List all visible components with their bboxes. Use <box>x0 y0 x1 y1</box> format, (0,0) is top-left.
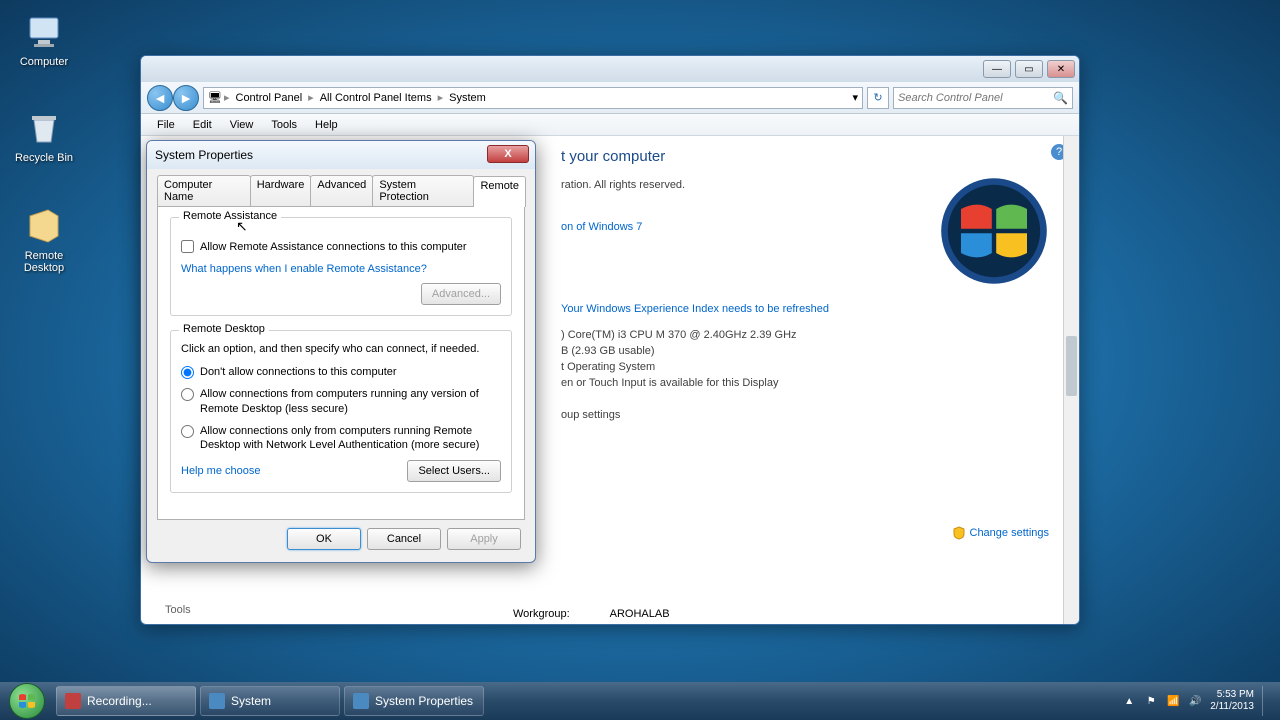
desktop-icon-recycle-bin[interactable]: Recycle Bin <box>8 108 80 164</box>
experience-index-link[interactable]: Your Windows Experience Index needs to b… <box>561 303 829 315</box>
info-cpu: ) Core(TM) i3 CPU M 370 @ 2.40GHz 2.39 G… <box>561 329 797 341</box>
maximize-button[interactable]: ▭ <box>1015 60 1043 78</box>
taskbar: Recording... System System Properties ▲ … <box>0 682 1280 720</box>
scrollbar-vertical[interactable] <box>1063 136 1079 624</box>
help-me-choose-link[interactable]: Help me choose <box>181 465 261 477</box>
explorer-titlebar: — ▭ ✕ <box>141 56 1079 82</box>
minimize-button[interactable]: — <box>983 60 1011 78</box>
dialog-button-row: OK Cancel Apply <box>157 520 525 552</box>
taskbar-task-recording[interactable]: Recording... <box>56 686 196 716</box>
info-ram: B (2.93 GB usable) <box>561 345 655 357</box>
change-settings-link[interactable]: Change settings <box>952 526 1050 540</box>
task-icon <box>353 693 369 709</box>
windows-logo <box>939 176 1049 286</box>
desktop-icon-label: Computer <box>8 56 80 68</box>
dropdown-icon[interactable]: ▾ <box>852 91 858 104</box>
workgroup-label: Workgroup: <box>513 608 570 620</box>
tab-hardware[interactable]: Hardware <box>250 175 312 206</box>
nav-back-button[interactable]: ◄ <box>147 85 173 111</box>
taskbar-task-system[interactable]: System <box>200 686 340 716</box>
desktop-icon-label: Remote Desktop <box>8 250 80 274</box>
info-rights: ration. All rights reserved. <box>561 179 685 191</box>
menu-file[interactable]: File <box>149 117 183 133</box>
breadcrumb-item[interactable]: System <box>445 92 490 104</box>
info-os: t Operating System <box>561 361 655 373</box>
close-button[interactable]: ✕ <box>1047 60 1075 78</box>
remote-desktop-group: Remote Desktop Click an option, and then… <box>170 330 512 493</box>
menu-tools[interactable]: Tools <box>263 117 305 133</box>
menu-bar: File Edit View Tools Help <box>141 114 1079 136</box>
cancel-button[interactable]: Cancel <box>367 528 441 550</box>
rd-option-nla[interactable] <box>181 425 194 438</box>
tab-system-protection[interactable]: System Protection <box>372 175 474 206</box>
computer-icon: 🖥 <box>208 91 222 104</box>
search-icon[interactable]: 🔍 <box>1053 91 1068 105</box>
nav-forward-button[interactable]: ► <box>173 85 199 111</box>
info-edition-link[interactable]: on of Windows 7 <box>561 221 642 233</box>
group-legend: Remote Desktop <box>179 323 269 335</box>
instruction-text: Click an option, and then specify who ca… <box>181 343 501 355</box>
menu-edit[interactable]: Edit <box>185 117 220 133</box>
show-desktop-button[interactable] <box>1262 686 1270 716</box>
apply-button[interactable]: Apply <box>447 528 521 550</box>
scrollbar-thumb[interactable] <box>1066 336 1077 396</box>
dialog-close-button[interactable]: X <box>487 145 529 163</box>
tab-panel-remote: Remote Assistance Allow Remote Assistanc… <box>157 206 525 520</box>
rd-option-label: Allow connections from computers running… <box>200 387 501 416</box>
tray-up-icon[interactable]: ▲ <box>1122 694 1136 708</box>
refresh-button[interactable]: ↻ <box>867 87 889 109</box>
menu-view[interactable]: View <box>222 117 262 133</box>
breadcrumb-item[interactable]: Control Panel <box>232 92 307 104</box>
search-input[interactable] <box>898 92 1053 104</box>
remote-assistance-help-link[interactable]: What happens when I enable Remote Assist… <box>181 263 427 275</box>
dialog-title: System Properties <box>155 148 253 162</box>
desktop-icon-remote-desktop[interactable]: Remote Desktop <box>8 206 80 274</box>
breadcrumb[interactable]: 🖥 ▸ Control Panel ▸ All Control Panel It… <box>203 87 863 109</box>
tray-clock[interactable]: 5:53 PM 2/11/2013 <box>1210 689 1254 713</box>
start-button[interactable] <box>0 682 54 720</box>
system-tray: ▲ ⚑ 📶 🔊 5:53 PM 2/11/2013 <box>1112 686 1280 716</box>
search-box[interactable]: 🔍 <box>893 87 1073 109</box>
task-label: System Properties <box>375 694 473 708</box>
tray-network-icon[interactable]: 📶 <box>1166 694 1180 708</box>
workgroup-value: AROHALAB <box>610 608 670 620</box>
breadcrumb-item[interactable]: All Control Panel Items <box>316 92 436 104</box>
info-group: oup settings <box>561 409 620 421</box>
rd-option-any-version[interactable] <box>181 388 194 401</box>
group-legend: Remote Assistance <box>179 210 281 222</box>
rd-option-label: Allow connections only from computers ru… <box>200 424 501 453</box>
start-orb-icon <box>9 683 45 719</box>
task-icon <box>209 693 225 709</box>
info-pen: en or Touch Input is available for this … <box>561 377 778 389</box>
shield-icon <box>952 526 966 540</box>
task-label: System <box>231 694 271 708</box>
dialog-titlebar[interactable]: System Properties X <box>147 141 535 169</box>
desktop-icon-computer[interactable]: Computer <box>8 12 80 68</box>
rd-option-dont-allow[interactable] <box>181 366 194 379</box>
tab-computer-name[interactable]: Computer Name <box>157 175 251 206</box>
advanced-button[interactable]: Advanced... <box>421 283 501 305</box>
rd-option-label: Don't allow connections to this computer <box>200 365 397 379</box>
tray-time: 5:53 PM <box>1210 689 1254 701</box>
tab-strip: Computer Name Hardware Advanced System P… <box>157 175 525 206</box>
tab-advanced[interactable]: Advanced <box>310 175 373 206</box>
tools-label: Tools <box>165 604 191 616</box>
allow-remote-assistance-label: Allow Remote Assistance connections to t… <box>200 241 467 253</box>
desktop-icon-label: Recycle Bin <box>8 152 80 164</box>
tray-volume-icon[interactable]: 🔊 <box>1188 694 1202 708</box>
select-users-button[interactable]: Select Users... <box>407 460 501 482</box>
system-properties-dialog: System Properties X Computer Name Hardwa… <box>146 140 536 563</box>
allow-remote-assistance-checkbox[interactable] <box>181 240 194 253</box>
taskbar-task-system-properties[interactable]: System Properties <box>344 686 484 716</box>
menu-help[interactable]: Help <box>307 117 346 133</box>
tab-remote[interactable]: Remote <box>473 176 526 207</box>
tray-date: 2/11/2013 <box>1210 701 1254 713</box>
task-label: Recording... <box>87 694 152 708</box>
remote-assistance-group: Remote Assistance Allow Remote Assistanc… <box>170 217 512 316</box>
tray-flag-icon[interactable]: ⚑ <box>1144 694 1158 708</box>
task-icon <box>65 693 81 709</box>
ok-button[interactable]: OK <box>287 528 361 550</box>
explorer-nav: ◄ ► 🖥 ▸ Control Panel ▸ All Control Pane… <box>141 82 1079 114</box>
